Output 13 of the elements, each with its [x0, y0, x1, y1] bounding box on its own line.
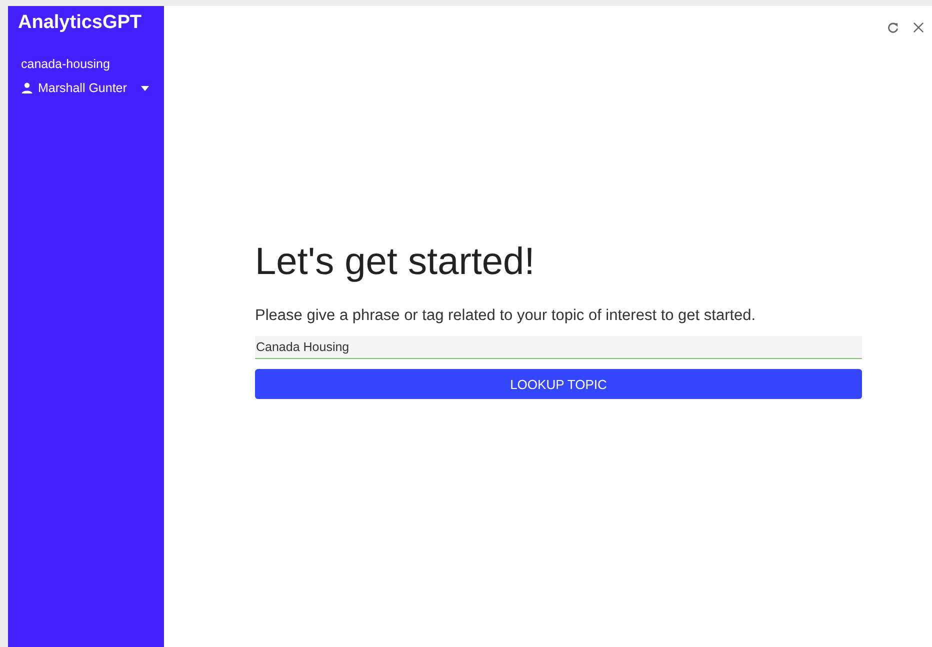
caret-icon: [140, 86, 149, 90]
refresh-button[interactable]: [885, 21, 901, 34]
topic-field[interactable]: Canada Housing: [255, 336, 862, 359]
user-menu[interactable]: Marshall Gunter: [18, 81, 149, 95]
app-logo: AnalyticsGPT: [18, 12, 142, 34]
close-button[interactable]: [911, 21, 926, 34]
lookup-button[interactable]: LOOKUP TOPIC: [255, 369, 862, 399]
page-heading: Let's get started!: [255, 240, 536, 284]
project-link[interactable]: canada-housing: [21, 56, 110, 72]
close-icon: [913, 22, 924, 33]
refresh-icon: [887, 22, 899, 34]
person-icon: [21, 82, 33, 94]
instruction-text: Please give a phrase or tag related to your topic of interest to get started.: [255, 306, 757, 326]
